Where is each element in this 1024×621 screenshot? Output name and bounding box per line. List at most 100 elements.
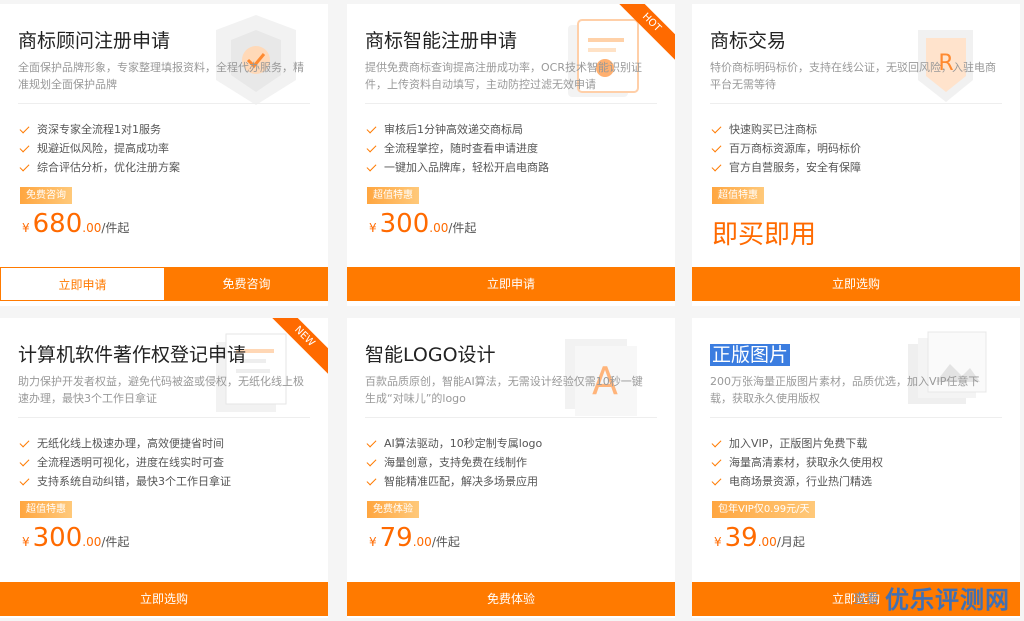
price-unit: /件起 bbox=[101, 535, 130, 549]
card-title: 商标顾问注册申请 bbox=[18, 30, 171, 52]
feature-item: 支持系统自动纠错，最快3个工作日拿证 bbox=[19, 472, 231, 491]
card-trademark-trade: R 商标交易 特价商标明码标价，支持在线公证，无驳回风险，入驻电商平台无需等待 … bbox=[692, 4, 1020, 306]
feature-item: 审核后1分钟高效递交商标局 bbox=[366, 120, 549, 139]
feature-item: 海量高清素材，获取永久使用权 bbox=[711, 453, 883, 472]
feature-list: 加入VIP，正版图片免费下载 海量高清素材，获取永久使用权 电商场景资源，行业热… bbox=[711, 434, 883, 491]
price: ¥ 680 .00 /件起 bbox=[22, 209, 129, 239]
feature-item: AI算法驱动，10秒定制专属logo bbox=[366, 434, 542, 453]
check-icon bbox=[19, 456, 30, 466]
check-icon bbox=[19, 475, 30, 485]
card-software-copyright: NEW 计算机软件著作权登记申请 助力保护开发者权益，避免代码被盗或侵权，无纸化… bbox=[0, 318, 328, 618]
feature-item: 资深专家全流程1对1服务 bbox=[19, 120, 180, 139]
promo-badge: 超值特惠 bbox=[712, 187, 764, 204]
feature-item: 全流程掌控，随时查看申请进度 bbox=[366, 139, 549, 158]
price: ¥ 300 .00 /件起 bbox=[22, 523, 129, 553]
promo-badge: 免费体验 bbox=[367, 501, 419, 518]
feature-list: 资深专家全流程1对1服务 规避近似风险，提高成功率 综合评估分析，优化注册方案 bbox=[19, 120, 180, 177]
promo-badge: 超值特惠 bbox=[367, 187, 419, 204]
price: ¥ 300 .00 /件起 bbox=[369, 209, 476, 239]
price-decimal: .00 bbox=[757, 535, 777, 549]
check-icon bbox=[366, 161, 377, 171]
divider bbox=[365, 103, 657, 104]
feature-item: 快速购买已注商标 bbox=[711, 120, 861, 139]
promo-badge: 超值特惠 bbox=[20, 501, 72, 518]
currency-symbol: ¥ bbox=[369, 535, 377, 549]
service-grid: 商标顾问注册申请 全面保护品牌形象，专家整理填报资料，全程代办服务，精准规划全面… bbox=[0, 0, 1024, 621]
card-trademark-consultant: 商标顾问注册申请 全面保护品牌形象，专家整理填报资料，全程代办服务，精准规划全面… bbox=[0, 4, 328, 306]
check-icon bbox=[711, 123, 722, 133]
price-value: 300 bbox=[379, 209, 430, 239]
card-description: 百款品质原创，智能AI算法，无需设计经验仅需10秒一键生成“对味儿”的logo bbox=[365, 375, 643, 405]
feature-item: 一键加入品牌库，轻松开启电商路 bbox=[366, 158, 549, 177]
feature-item: 官方自营服务，安全有保障 bbox=[711, 158, 861, 177]
check-icon bbox=[366, 123, 377, 133]
feature-item: 综合评估分析，优化注册方案 bbox=[19, 158, 180, 177]
divider bbox=[365, 417, 657, 418]
feature-list: AI算法驱动，10秒定制专属logo 海量创意，支持免费在线制作 智能精准匹配，… bbox=[366, 434, 542, 491]
price-decimal: .00 bbox=[412, 535, 432, 549]
divider bbox=[710, 103, 1002, 104]
feature-list: 审核后1分钟高效递交商标局 全流程掌控，随时查看申请进度 一键加入品牌库，轻松开… bbox=[366, 120, 549, 177]
buy-now-button[interactable]: 立即选购 bbox=[0, 582, 328, 616]
check-icon bbox=[711, 437, 722, 447]
check-icon bbox=[711, 161, 722, 171]
price-value: 39 bbox=[724, 523, 758, 553]
button-row: 立即申请 bbox=[347, 267, 675, 301]
card-licensed-images: 正版图片 200万张海量正版图片素材，品质优选，加入VIP任意下载，获取永久使用… bbox=[692, 318, 1020, 618]
price-value: 79 bbox=[379, 523, 413, 553]
button-row: 立即选购 bbox=[692, 267, 1020, 301]
divider bbox=[18, 417, 310, 418]
card-title: 商标交易 bbox=[710, 30, 787, 52]
price-unit: /件起 bbox=[431, 535, 460, 549]
currency-symbol: ¥ bbox=[369, 221, 377, 235]
price-decimal: .00 bbox=[429, 221, 449, 235]
price: ¥ 79 .00 /件起 bbox=[369, 523, 460, 553]
check-icon bbox=[19, 437, 30, 447]
button-row: 立即选购 bbox=[0, 582, 328, 616]
feature-list: 快速购买已注商标 百万商标资源库，明码标价 官方自营服务，安全有保障 bbox=[711, 120, 861, 177]
card-description: 全面保护品牌形象，专家整理填报资料，全程代办服务，精准规划全面保护品牌 bbox=[18, 61, 304, 91]
card-description: 特价商标明码标价，支持在线公证，无驳回风险，入驻电商平台无需等待 bbox=[710, 61, 996, 91]
promo-badge: 免费咨询 bbox=[20, 187, 72, 204]
price-unit: /件起 bbox=[101, 221, 130, 235]
card-title: 商标智能注册申请 bbox=[365, 30, 518, 52]
card-description: 提供免费商标查询提高注册成功率，OCR技术智能识别证件，上传资料自动填写，主动防… bbox=[365, 61, 642, 91]
watermark-logo-text: 优乐评测网 bbox=[885, 586, 1010, 614]
feature-item: 智能精准匹配，解决多场景应用 bbox=[366, 472, 542, 491]
price-decimal: .00 bbox=[82, 221, 102, 235]
divider bbox=[18, 103, 310, 104]
buy-now-button[interactable]: 立即选购 bbox=[692, 267, 1020, 301]
apply-now-button[interactable]: 立即申请 bbox=[0, 267, 165, 301]
free-trial-button[interactable]: 免费体验 bbox=[347, 582, 675, 616]
price-unit: /月起 bbox=[776, 535, 805, 549]
check-icon bbox=[711, 456, 722, 466]
free-consult-button[interactable]: 免费咨询 bbox=[165, 267, 328, 301]
button-row: 立即申请 免费咨询 bbox=[0, 267, 328, 301]
button-row: 免费体验 bbox=[347, 582, 675, 616]
feature-item: 规避近似风险，提高成功率 bbox=[19, 139, 180, 158]
card-title: 正版图片 bbox=[710, 344, 791, 366]
price-value: 300 bbox=[32, 523, 83, 553]
currency-symbol: ¥ bbox=[22, 221, 30, 235]
promo-badge: 包年VIP仅0.99元/天 bbox=[712, 501, 816, 518]
check-icon bbox=[366, 456, 377, 466]
card-description: 助力保护开发者权益，避免代码被盗或侵权，无纸化线上极速办理，最快3个工作日拿证 bbox=[18, 375, 304, 405]
site-watermark: 查看 优乐评测网 bbox=[853, 580, 1010, 615]
currency-symbol: ¥ bbox=[714, 535, 722, 549]
watermark-small-text: 查看 bbox=[852, 592, 879, 607]
card-description: 200万张海量正版图片素材，品质优选，加入VIP任意下载，获取永久使用版权 bbox=[710, 375, 980, 405]
feature-item: 全流程透明可视化，进度在线实时可查 bbox=[19, 453, 231, 472]
divider bbox=[710, 417, 1002, 418]
feature-item: 百万商标资源库，明码标价 bbox=[711, 139, 861, 158]
apply-now-button[interactable]: 立即申请 bbox=[347, 267, 675, 301]
check-icon bbox=[366, 142, 377, 152]
feature-item: 电商场景资源，行业热门精选 bbox=[711, 472, 883, 491]
buy-and-use-text: 即买即用 bbox=[712, 220, 817, 250]
feature-item: 加入VIP，正版图片免费下载 bbox=[711, 434, 883, 453]
check-icon bbox=[366, 437, 377, 447]
check-icon bbox=[711, 475, 722, 485]
check-icon bbox=[711, 142, 722, 152]
price: ¥ 39 .00 /月起 bbox=[714, 523, 805, 553]
card-title: 智能LOGO设计 bbox=[365, 344, 496, 366]
price-decimal: .00 bbox=[82, 535, 102, 549]
